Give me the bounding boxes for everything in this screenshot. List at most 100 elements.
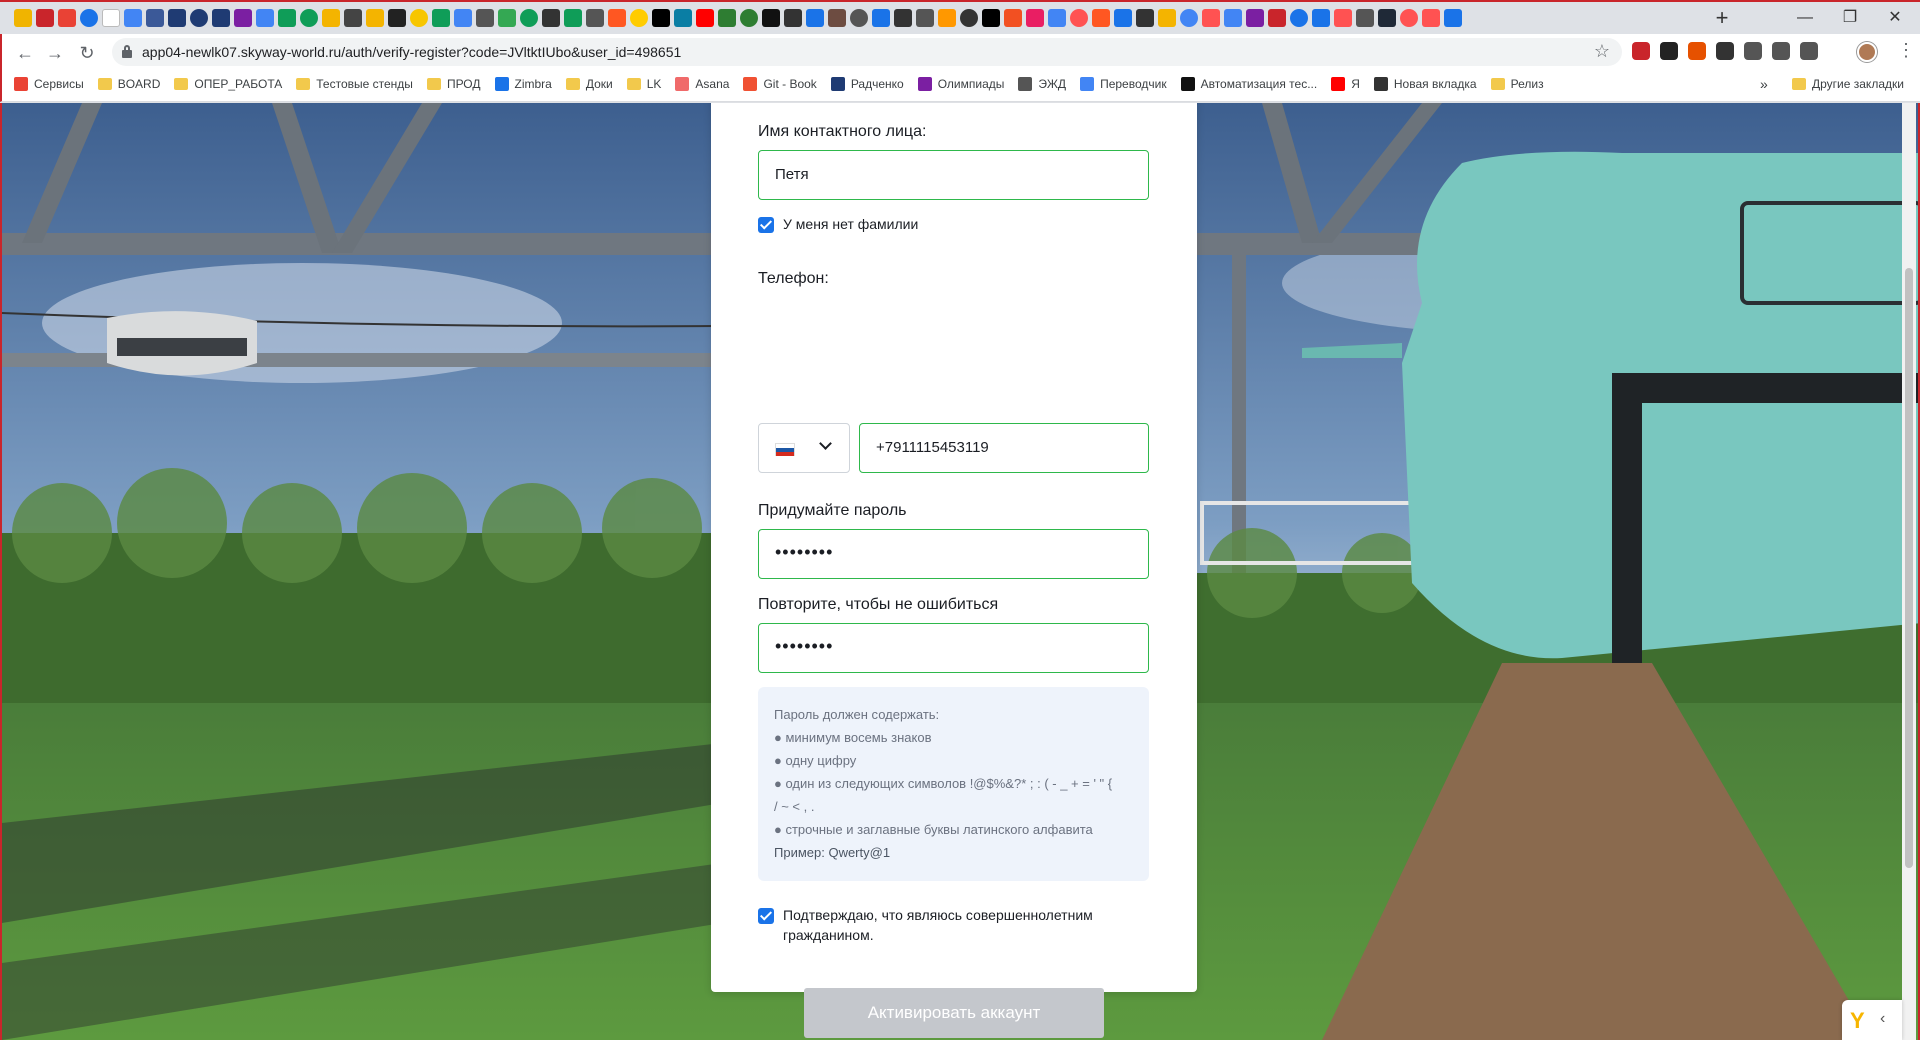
- tab-favicon-icon[interactable]: [960, 9, 978, 27]
- tab-favicon-icon[interactable]: [608, 9, 626, 27]
- tab-favicon-icon[interactable]: [1048, 9, 1066, 27]
- tab-favicon-icon[interactable]: [586, 9, 604, 27]
- tab-favicon-icon[interactable]: [630, 9, 648, 27]
- tab-favicon-icon[interactable]: [1290, 9, 1308, 27]
- new-tab-button[interactable]: +: [1710, 6, 1734, 30]
- bookmark-item[interactable]: ОПЕР_РАБОТА: [174, 77, 282, 91]
- bookmark-item[interactable]: Git - Book: [743, 77, 817, 91]
- scrollbar-thumb[interactable]: [1905, 268, 1913, 868]
- adult-confirm-checkbox[interactable]: [758, 908, 774, 924]
- tab-favicon-icon[interactable]: [1378, 9, 1396, 27]
- tab-favicon-icon[interactable]: [1312, 9, 1330, 27]
- back-button[interactable]: ←: [12, 40, 38, 66]
- tab-favicon-icon[interactable]: [762, 9, 780, 27]
- bookmark-star-icon[interactable]: ☆: [1594, 41, 1610, 62]
- extension-icon[interactable]: [1632, 42, 1650, 60]
- tab-favicon-icon[interactable]: [1356, 9, 1374, 27]
- bookmark-item[interactable]: Zimbra: [494, 77, 552, 91]
- tab-favicon-icon[interactable]: [1246, 9, 1264, 27]
- tab-favicon-icon[interactable]: [366, 9, 384, 27]
- tab-favicon-icon[interactable]: [454, 9, 472, 27]
- extension-icon[interactable]: [1716, 42, 1734, 60]
- password-repeat-input[interactable]: ••••••••: [758, 623, 1149, 673]
- bookmark-item[interactable]: Тестовые стенды: [296, 77, 413, 91]
- tab-favicon-icon[interactable]: [1422, 9, 1440, 27]
- tab-favicon-icon[interactable]: [256, 9, 274, 27]
- url-text[interactable]: app04-newlk07.skyway-world.ru/auth/verif…: [142, 44, 681, 60]
- bookmark-item[interactable]: ЭЖД: [1018, 77, 1066, 91]
- tab-favicon-icon[interactable]: [190, 9, 208, 27]
- page-scrollbar[interactable]: [1902, 103, 1916, 1040]
- phone-input[interactable]: +7911115453119: [859, 423, 1149, 473]
- tab-favicon-icon[interactable]: [1158, 9, 1176, 27]
- extension-icon[interactable]: [1800, 42, 1818, 60]
- restore-button[interactable]: ❐: [1830, 6, 1870, 30]
- tab-favicon-icon[interactable]: [1400, 9, 1418, 27]
- tab-favicon-icon[interactable]: [432, 9, 450, 27]
- browser-menu-button[interactable]: ⋮: [1897, 40, 1915, 61]
- bookmark-item[interactable]: LK: [626, 77, 661, 91]
- tab-favicon-icon[interactable]: [234, 9, 252, 27]
- tab-favicon-icon[interactable]: [300, 9, 318, 27]
- tab-favicon-icon[interactable]: [784, 9, 802, 27]
- tab-favicon-icon[interactable]: [652, 9, 670, 27]
- password-input[interactable]: ••••••••: [758, 529, 1149, 579]
- tab-favicon-icon[interactable]: [1092, 9, 1110, 27]
- activate-account-button[interactable]: Активировать аккаунт: [804, 988, 1104, 1038]
- tab-favicon-icon[interactable]: [982, 9, 1000, 27]
- bookmark-item[interactable]: Новая вкладка: [1373, 77, 1477, 91]
- tab-favicon-icon[interactable]: [80, 9, 98, 27]
- profile-avatar[interactable]: [1857, 42, 1877, 62]
- address-bar[interactable]: app04-newlk07.skyway-world.ru/auth/verif…: [112, 38, 1622, 66]
- bookmark-item[interactable]: Сервисы: [14, 77, 84, 91]
- tab-favicon-icon[interactable]: [894, 9, 912, 27]
- close-window-button[interactable]: ✕: [1875, 6, 1915, 30]
- tab-favicon-icon[interactable]: [520, 9, 538, 27]
- tab-favicon-icon[interactable]: [1026, 9, 1044, 27]
- chevron-left-icon[interactable]: ‹: [1880, 1010, 1885, 1028]
- tab-favicon-icon[interactable]: [828, 9, 846, 27]
- tab-favicon-icon[interactable]: [388, 9, 406, 27]
- bookmarks-overflow-button[interactable]: »: [1760, 76, 1768, 92]
- no-surname-checkbox[interactable]: [758, 217, 774, 233]
- lock-icon[interactable]: [122, 45, 132, 58]
- minimize-button[interactable]: —: [1785, 6, 1825, 30]
- tab-favicon-icon[interactable]: [322, 9, 340, 27]
- reload-button[interactable]: ↻: [74, 40, 100, 66]
- tab-favicon-icon[interactable]: [1224, 9, 1242, 27]
- extension-icon[interactable]: [1772, 42, 1790, 60]
- tab-favicon-icon[interactable]: [1180, 9, 1198, 27]
- tab-favicon-icon[interactable]: [102, 9, 120, 27]
- extension-icon[interactable]: [1688, 42, 1706, 60]
- tab-favicon-icon[interactable]: [564, 9, 582, 27]
- bookmark-item[interactable]: Релиз: [1490, 77, 1544, 91]
- assistant-widget[interactable]: Y ‹: [1842, 1000, 1902, 1040]
- contact-name-input[interactable]: Петя: [758, 150, 1149, 200]
- tab-favicon-icon[interactable]: [696, 9, 714, 27]
- tab-favicon-icon[interactable]: [278, 9, 296, 27]
- tab-favicon-icon[interactable]: [806, 9, 824, 27]
- tab-favicon-icon[interactable]: [146, 9, 164, 27]
- tab-favicon-icon[interactable]: [168, 9, 186, 27]
- tab-favicon-icon[interactable]: [476, 9, 494, 27]
- bookmark-item[interactable]: Олимпиады: [917, 77, 1004, 91]
- tab-favicon-icon[interactable]: [410, 9, 428, 27]
- tab-favicon-icon[interactable]: [1114, 9, 1132, 27]
- tab-favicon-icon[interactable]: [1334, 9, 1352, 27]
- bookmark-item[interactable]: BOARD: [97, 77, 160, 91]
- bookmark-item[interactable]: Asana: [675, 77, 729, 91]
- tab-favicon-icon[interactable]: [58, 9, 76, 27]
- tab-favicon-icon[interactable]: [344, 9, 362, 27]
- extension-icon[interactable]: [1660, 42, 1678, 60]
- extension-icon[interactable]: [1744, 42, 1762, 60]
- tab-favicon-icon[interactable]: [1004, 9, 1022, 27]
- tab-favicon-icon[interactable]: [1202, 9, 1220, 27]
- tab-favicon-icon[interactable]: [718, 9, 736, 27]
- tab-favicon-icon[interactable]: [542, 9, 560, 27]
- bookmark-item[interactable]: Автоматизация тес...: [1180, 77, 1317, 91]
- tab-favicon-icon[interactable]: [1070, 9, 1088, 27]
- tab-favicon-icon[interactable]: [850, 9, 868, 27]
- tab-favicon-icon[interactable]: [674, 9, 692, 27]
- tab-favicon-icon[interactable]: [498, 9, 516, 27]
- country-code-select[interactable]: [758, 423, 850, 473]
